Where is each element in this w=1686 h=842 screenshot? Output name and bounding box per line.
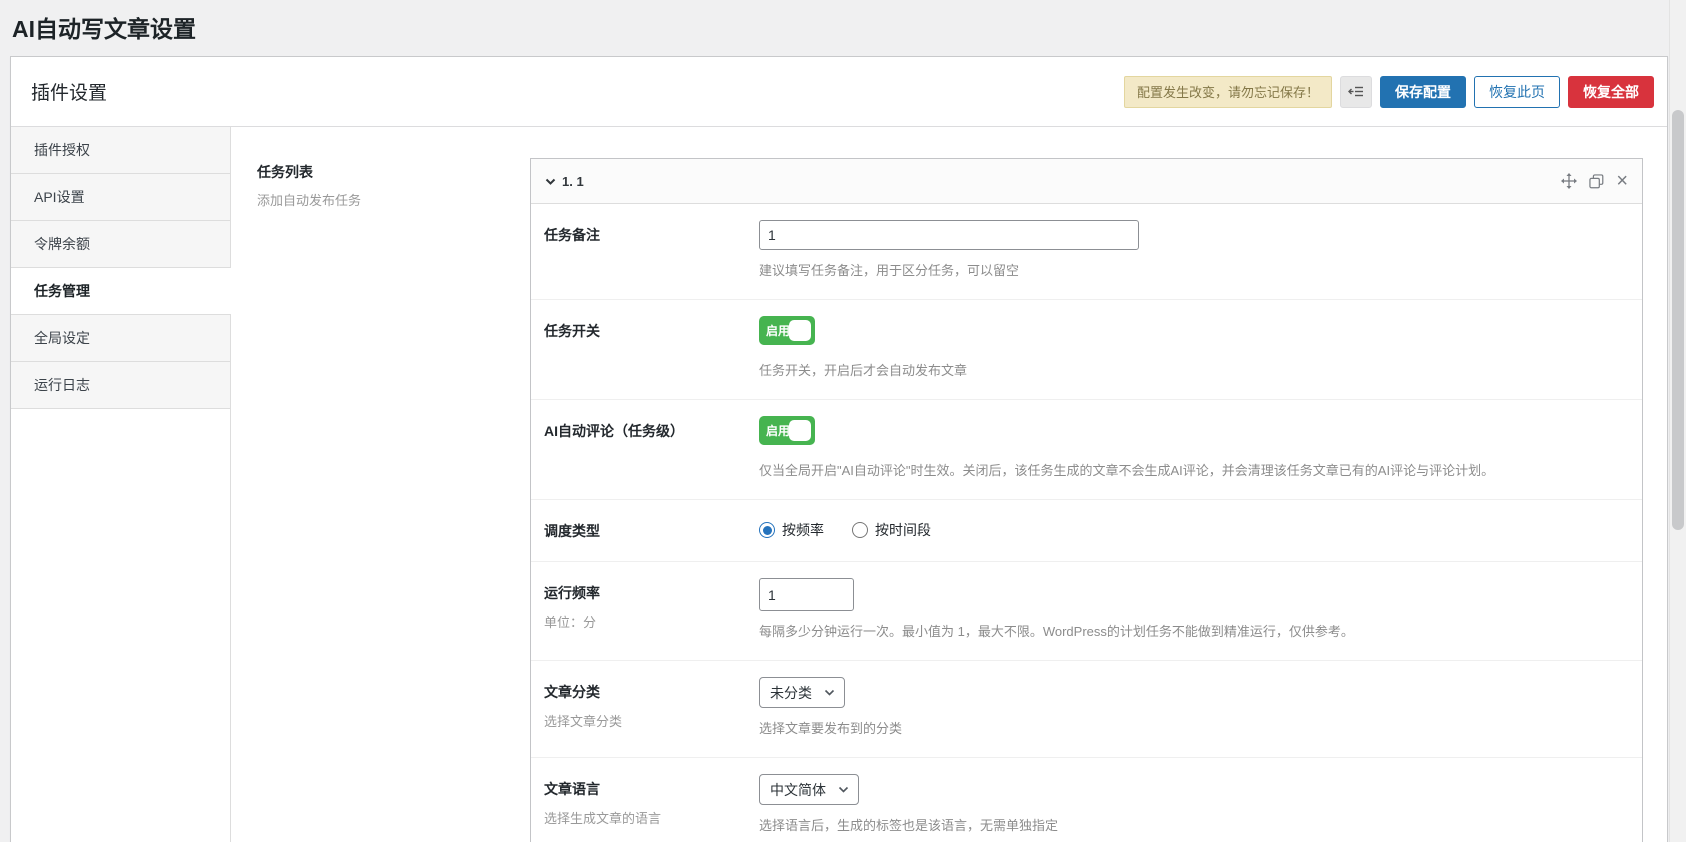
post-category-select[interactable]: 未分类 xyxy=(759,677,845,708)
chevron-down-icon xyxy=(838,786,849,794)
content-area: 任务列表 添加自动发布任务 1. 1 xyxy=(231,127,1667,842)
page-scrollbar[interactable] xyxy=(1669,0,1686,842)
settings-sidebar: 插件授权API设置令牌余额任务管理全局设定运行日志 xyxy=(11,127,231,842)
sidebar-item-global-settings[interactable]: 全局设定 xyxy=(11,315,230,362)
field-sublabel: 单位：分 xyxy=(544,612,759,631)
field-control-col: 建议填写任务备注，用于区分任务，可以留空 xyxy=(759,220,1626,279)
task-panel: 1. 1 xyxy=(530,158,1643,842)
sidebar-item-plugin-license[interactable]: 插件授权 xyxy=(11,127,230,174)
field-label-col: 文章语言选择生成文章的语言 xyxy=(544,774,759,834)
field-row-post-category: 文章分类选择文章分类未分类选择文章要发布到的分类 xyxy=(531,661,1642,758)
header-actions: 配置发生改变，请勿忘记保存！ 保存配置 恢复此页 恢复全部 xyxy=(1124,76,1654,108)
field-help: 任务开关，开启后才会自动发布文章 xyxy=(759,360,1626,379)
move-icon xyxy=(1561,173,1577,189)
move-task-handle[interactable] xyxy=(1561,173,1577,189)
field-help: 选择文章要发布到的分类 xyxy=(759,718,1626,737)
field-label-col: 运行频率单位：分 xyxy=(544,578,759,640)
field-label-col: 文章分类选择文章分类 xyxy=(544,677,759,737)
task-panel-collapse[interactable]: 1. 1 xyxy=(545,174,584,189)
field-control-col: 未分类选择文章要发布到的分类 xyxy=(759,677,1626,737)
task-panel-tools: × xyxy=(1561,173,1628,189)
field-help: 每隔多少分钟运行一次。最小值为 1，最大不限。WordPress的计划任务不能做… xyxy=(759,621,1626,640)
post-language-select[interactable]: 中文简体 xyxy=(759,774,859,805)
sidebar-item-task-management[interactable]: 任务管理 xyxy=(11,268,231,315)
select-value: 未分类 xyxy=(770,683,812,703)
settings-card: 插件设置 配置发生改变，请勿忘记保存！ 保存配置 恢复此页 恢复全部 插件授权A… xyxy=(10,56,1668,842)
card-header: 插件设置 配置发生改变，请勿忘记保存！ 保存配置 恢复此页 恢复全部 xyxy=(11,57,1667,127)
close-icon: × xyxy=(1616,174,1628,188)
unsaved-changes-notice: 配置发生改变，请勿忘记保存！ xyxy=(1124,76,1332,108)
section-subtitle: 添加自动发布任务 xyxy=(257,190,530,209)
toggle-state-label: 启用 xyxy=(766,316,790,345)
field-label-col: AI自动评论（任务级） xyxy=(544,416,759,479)
sidebar-item-run-logs[interactable]: 运行日志 xyxy=(11,362,230,409)
radio-icon xyxy=(759,522,775,538)
toggle-knob xyxy=(789,320,811,341)
field-row-post-language: 文章语言选择生成文章的语言中文简体选择语言后，生成的标签也是该语言，无需单独指定 xyxy=(531,758,1642,842)
restore-all-button[interactable]: 恢复全部 xyxy=(1568,76,1654,108)
outdent-icon xyxy=(1348,85,1364,98)
field-label: 任务开关 xyxy=(544,321,759,341)
page-title: AI自动写文章设置 xyxy=(0,0,1686,56)
radio-option-by-frequency[interactable]: 按频率 xyxy=(759,520,824,540)
task-panel-title: 1. 1 xyxy=(562,174,584,189)
collapse-panels-button[interactable] xyxy=(1340,76,1372,108)
field-help: 选择语言后，生成的标签也是该语言，无需单独指定 xyxy=(759,815,1626,834)
sidebar-item-token-balance[interactable]: 令牌余额 xyxy=(11,221,230,268)
field-label-col: 调度类型 xyxy=(544,516,759,541)
card-title: 插件设置 xyxy=(31,78,107,105)
field-row-run-frequency: 运行频率单位：分每隔多少分钟运行一次。最小值为 1，最大不限。WordPress… xyxy=(531,562,1642,661)
field-row-ai-comment-task-level: AI自动评论（任务级）启用仅当全局开启"AI自动评论"时生效。关闭后，该任务生成… xyxy=(531,400,1642,500)
task-form: 任务备注建议填写任务备注，用于区分任务，可以留空任务开关启用任务开关，开启后才会… xyxy=(531,204,1642,842)
sidebar-item-api-settings[interactable]: API设置 xyxy=(11,174,230,221)
run-frequency-input[interactable] xyxy=(759,578,854,611)
section-label-column: 任务列表 添加自动发布任务 xyxy=(257,158,530,842)
field-control-col: 按频率 按时间段 xyxy=(759,516,1626,541)
field-label: 运行频率 xyxy=(544,583,759,603)
section-title: 任务列表 xyxy=(257,162,530,182)
radio-option-label: 按时间段 xyxy=(875,520,931,540)
field-label-col: 任务开关 xyxy=(544,316,759,379)
task-panel-header: 1. 1 xyxy=(531,159,1642,204)
field-control-col: 中文简体选择语言后，生成的标签也是该语言，无需单独指定 xyxy=(759,774,1626,834)
field-label: 文章分类 xyxy=(544,682,759,702)
field-sublabel: 选择生成文章的语言 xyxy=(544,808,759,827)
field-label: 任务备注 xyxy=(544,225,759,245)
radio-icon xyxy=(852,522,868,538)
toggle-knob xyxy=(789,420,811,441)
delete-task-button[interactable]: × xyxy=(1616,174,1628,188)
restore-page-button[interactable]: 恢复此页 xyxy=(1474,76,1560,108)
chevron-down-icon xyxy=(824,689,835,697)
select-value: 中文简体 xyxy=(770,780,826,800)
card-body: 插件授权API设置令牌余额任务管理全局设定运行日志 任务列表 添加自动发布任务 … xyxy=(11,127,1667,842)
field-control-col: 启用任务开关，开启后才会自动发布文章 xyxy=(759,316,1626,379)
field-control-col: 启用仅当全局开启"AI自动评论"时生效。关闭后，该任务生成的文章不会生成AI评论… xyxy=(759,416,1626,479)
chevron-down-icon xyxy=(545,177,556,186)
task-note-input[interactable] xyxy=(759,220,1139,250)
field-sublabel: 选择文章分类 xyxy=(544,711,759,730)
task-switch-toggle[interactable]: 启用 xyxy=(759,316,815,345)
field-row-task-switch: 任务开关启用任务开关，开启后才会自动发布文章 xyxy=(531,300,1642,400)
field-row-task-note: 任务备注建议填写任务备注，用于区分任务，可以留空 xyxy=(531,204,1642,300)
schedule-type-radio-group: 按频率 按时间段 xyxy=(759,516,1626,540)
copy-icon xyxy=(1589,174,1604,189)
field-label-col: 任务备注 xyxy=(544,220,759,279)
field-help: 建议填写任务备注，用于区分任务，可以留空 xyxy=(759,260,1626,279)
field-label: 调度类型 xyxy=(544,521,759,541)
scrollbar-thumb[interactable] xyxy=(1672,110,1684,530)
save-config-button[interactable]: 保存配置 xyxy=(1380,76,1466,108)
field-label: 文章语言 xyxy=(544,779,759,799)
field-control-col: 每隔多少分钟运行一次。最小值为 1，最大不限。WordPress的计划任务不能做… xyxy=(759,578,1626,640)
field-label: AI自动评论（任务级） xyxy=(544,421,759,441)
duplicate-task-button[interactable] xyxy=(1589,174,1604,189)
toggle-state-label: 启用 xyxy=(766,416,790,445)
ai-comment-task-level-toggle[interactable]: 启用 xyxy=(759,416,815,445)
radio-option-by-time-period[interactable]: 按时间段 xyxy=(852,520,931,540)
field-row-schedule-type: 调度类型 按频率 按时间段 xyxy=(531,500,1642,562)
field-help: 仅当全局开启"AI自动评论"时生效。关闭后，该任务生成的文章不会生成AI评论，并… xyxy=(759,460,1626,479)
radio-option-label: 按频率 xyxy=(782,520,824,540)
